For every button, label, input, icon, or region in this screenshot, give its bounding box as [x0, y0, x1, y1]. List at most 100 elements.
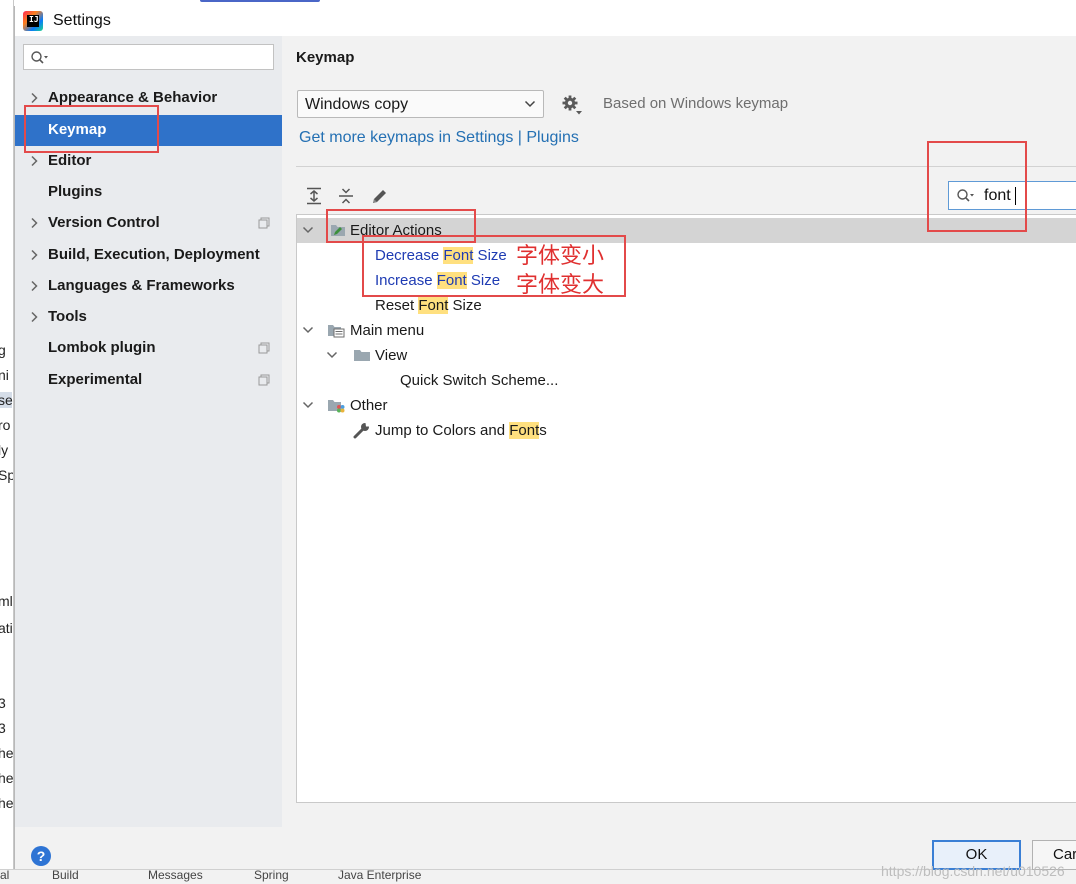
bg-fragment: ati: [0, 620, 13, 636]
tree-node-view[interactable]: View: [297, 343, 1076, 368]
action-label: Increase Font Size: [375, 272, 501, 289]
window-title: Settings: [53, 12, 111, 29]
bg-fragment: he: [0, 745, 14, 761]
bg-fragment: g: [0, 342, 6, 358]
settings-dialog: IJ Settings Appearance & Behavior Keymap…: [14, 6, 1076, 879]
sidebar-item-keymap[interactable]: Keymap: [15, 115, 282, 146]
project-settings-icon: [258, 217, 270, 229]
page-title: Keymap: [296, 49, 355, 66]
tree-action-decrease-font-size[interactable]: Decrease Font Size: [297, 243, 1076, 268]
action-label: Jump to Colors and Fonts: [375, 422, 547, 439]
chevron-right-icon: [31, 92, 38, 104]
background-highlight: [200, 0, 320, 2]
sidebar-item-label: Tools: [48, 308, 87, 325]
gear-icon[interactable]: [561, 94, 583, 116]
action-label: Reset Font Size: [375, 297, 482, 314]
sidebar-item-languages-frameworks[interactable]: Languages & Frameworks: [15, 271, 282, 302]
watermark: https://blog.csdn.net/u010526: [881, 863, 1065, 879]
edit-shortcut-icon[interactable]: [370, 186, 390, 206]
other-folder-icon: [328, 400, 345, 413]
chevron-right-icon: [31, 155, 38, 167]
background-ide-editor: g ni se ro ly Sp ml ati 3 3 he he he: [0, 0, 14, 884]
sidebar-item-lombok-plugin[interactable]: Lombok plugin: [15, 333, 282, 364]
bg-fragment: se: [0, 392, 13, 408]
chevron-down-icon[interactable]: [302, 400, 314, 410]
sidebar-item-label: Build, Execution, Deployment: [48, 246, 260, 263]
keymap-dropdown-value: Windows copy: [305, 96, 409, 113]
chevron-down-icon: [524, 100, 536, 108]
chevron-down-icon[interactable]: [326, 350, 338, 360]
bg-tab-spring: Spring: [254, 869, 289, 882]
tree-action-quick-switch-scheme[interactable]: Quick Switch Scheme...: [297, 368, 1076, 393]
main-menu-folder-icon: [328, 325, 345, 338]
sidebar-item-label: Editor: [48, 152, 92, 169]
folder-icon: [354, 350, 370, 361]
based-on-label: Based on Windows keymap: [603, 95, 789, 112]
bg-fragment: ly: [0, 442, 9, 458]
bg-fragment: 3: [0, 720, 6, 736]
tree-node-label: Editor Actions: [350, 222, 442, 239]
tree-node-editor-actions[interactable]: Editor Actions: [297, 218, 1076, 243]
bg-fragment: ro: [0, 417, 11, 433]
sidebar-item-appearance-behavior[interactable]: Appearance & Behavior: [15, 83, 282, 114]
project-settings-icon: [258, 342, 270, 354]
action-filter-value: font: [984, 187, 1011, 204]
bg-fragment: Sp: [0, 467, 13, 483]
annotation-increase-font: 字体变大: [516, 272, 605, 297]
sidebar-item-label: Keymap: [48, 121, 107, 138]
tree-node-main-menu[interactable]: Main menu: [297, 318, 1076, 343]
tree-node-label: Other: [350, 397, 388, 414]
bg-fragment: he: [0, 770, 14, 786]
chevron-right-icon: [31, 249, 38, 261]
chevron-down-icon[interactable]: [302, 325, 314, 335]
project-settings-icon: [258, 374, 270, 386]
action-label: Decrease Font Size: [375, 247, 507, 264]
sidebar-item-label: Appearance & Behavior: [48, 89, 218, 106]
intellij-logo-icon: IJ: [23, 11, 43, 31]
settings-search-input[interactable]: [23, 44, 274, 70]
bg-tab-messages: Messages: [148, 869, 203, 882]
search-icon: [957, 189, 974, 202]
expand-all-icon[interactable]: [304, 186, 324, 206]
tree-node-label: View: [375, 347, 408, 364]
chevron-down-icon[interactable]: [302, 225, 314, 235]
annotation-decrease-font: 字体变小: [516, 243, 605, 268]
sidebar-item-label: Plugins: [48, 183, 103, 200]
sidebar-item-plugins[interactable]: Plugins: [15, 177, 282, 208]
sidebar-item-version-control[interactable]: Version Control: [15, 208, 282, 239]
tree-action-jump-to-colors-and-fonts[interactable]: Jump to Colors and Fonts: [297, 418, 1076, 443]
bg-tab-java-enterprise: Java Enterprise: [338, 869, 422, 882]
chevron-right-icon: [31, 311, 38, 323]
sidebar-item-label: Lombok plugin: [48, 339, 156, 356]
collapse-all-icon[interactable]: [336, 186, 356, 206]
bg-fragment: he: [0, 795, 14, 811]
bg-fragment: ml: [0, 593, 13, 609]
settings-sidebar: Appearance & Behavior Keymap Editor Plug…: [15, 36, 282, 827]
divider: [296, 166, 1076, 167]
sidebar-item-label: Version Control: [48, 214, 160, 231]
keymap-dropdown[interactable]: Windows copy: [297, 90, 544, 118]
keymap-panel: Keymap Windows copy Based on Windows key…: [282, 36, 1076, 827]
action-label: Quick Switch Scheme...: [400, 372, 559, 389]
sidebar-item-build-execution-deployment[interactable]: Build, Execution, Deployment: [15, 240, 282, 271]
action-filter-input[interactable]: font: [948, 181, 1076, 210]
chevron-right-icon: [31, 217, 38, 229]
title-bar[interactable]: IJ Settings: [15, 6, 1076, 36]
sidebar-item-tools[interactable]: Tools: [15, 302, 282, 333]
sidebar-item-label: Languages & Frameworks: [48, 277, 235, 294]
sidebar-item-label: Experimental: [48, 371, 143, 388]
editor-actions-folder-icon: [331, 225, 345, 236]
tree-action-reset-font-size[interactable]: Reset Font Size: [297, 293, 1076, 318]
tree-action-increase-font-size[interactable]: Increase Font Size: [297, 268, 1076, 293]
help-button[interactable]: ?: [31, 846, 51, 866]
action-tree[interactable]: Editor Actions Decrease Font Size Increa…: [296, 214, 1076, 803]
bg-fragment: 3: [0, 695, 6, 711]
text-caret: [1015, 187, 1016, 205]
get-more-keymaps-link[interactable]: Get more keymaps in Settings | Plugins: [299, 129, 579, 147]
bg-tab: al: [0, 869, 10, 882]
chevron-right-icon: [31, 280, 38, 292]
sidebar-item-editor[interactable]: Editor: [15, 146, 282, 177]
tree-node-other[interactable]: Other: [297, 393, 1076, 418]
sidebar-item-experimental[interactable]: Experimental: [15, 365, 282, 396]
wrench-icon: [353, 423, 369, 439]
